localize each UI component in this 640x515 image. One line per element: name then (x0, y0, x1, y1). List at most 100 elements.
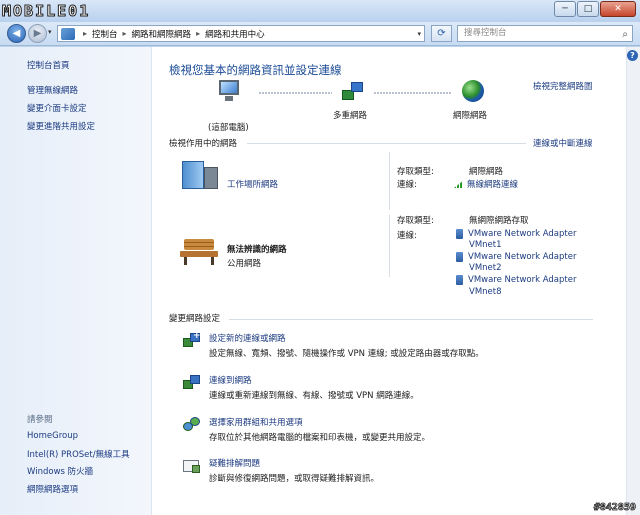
public-network-category[interactable]: 公用網路 (227, 257, 261, 269)
address-bar[interactable]: ▸ 控制台 ▸ 網路和網際網路 ▸ 網路和共用中心 ▾ (57, 25, 425, 42)
sidebar: 控制台首頁 管理無線網路 變更介面卡設定 變更進階共用設定 請參閱 HomeGr… (0, 47, 152, 515)
section-divider (229, 319, 593, 320)
forward-button[interactable]: ▶ (28, 24, 47, 43)
building-side (204, 167, 218, 189)
network-adapter-icon (456, 229, 463, 239)
vmnet8-adapter-name: VMware Network Adapter (468, 275, 577, 285)
sidebar-item-control-panel-home[interactable]: 控制台首頁 (27, 59, 70, 71)
close-button[interactable]: ✕ (600, 1, 636, 17)
breadcrumb-network-internet[interactable]: 網路和網際網路 (132, 28, 192, 40)
computer-icon[interactable] (217, 80, 241, 102)
building-front (182, 161, 204, 189)
sidebar-item-internet-options[interactable]: 網際網路選項 (27, 483, 78, 495)
network-adapter-icon (456, 275, 463, 285)
see-also-label: 請參閱 (27, 415, 53, 425)
search-icon[interactable]: ⌕ (622, 27, 628, 42)
setup-new-connection-link[interactable]: 設定新的連線或網路 (209, 332, 286, 344)
sidebar-item-homegroup[interactable]: HomeGroup (27, 431, 78, 441)
monitor-stand (225, 96, 233, 101)
homegroup-sharing-desc: 存取位於其他網路電腦的檔案和印表機，或變更共用設定。 (209, 433, 431, 443)
connection-label: 連線: (397, 231, 417, 241)
wireless-connection-label: 無線網路連線 (467, 180, 519, 190)
network-adapter-icon (456, 252, 463, 262)
main-panel: ? 檢視您基本的網路資訊並設定連線 檢視完整網路圖 (這部電腦) 多重網路 網際… (152, 47, 640, 515)
vmnet2-adapter-suffix[interactable]: VMnet2 (469, 263, 502, 273)
access-type-label: 存取類型: (397, 167, 434, 177)
site-logo: MOBILE01 (2, 2, 91, 21)
full-map-link[interactable]: 檢視完整網路圖 (533, 80, 593, 92)
connect-disconnect-link[interactable]: 連線或中斷連線 (533, 137, 593, 149)
sidebar-item-change-adapter[interactable]: 變更介面卡設定 (27, 102, 87, 114)
change-settings-title: 變更網路設定 (169, 314, 221, 324)
icon-part (190, 375, 200, 384)
public-network-icon[interactable] (180, 237, 218, 265)
breadcrumb: ▸ 控制台 ▸ 網路和網際網路 ▸ 網路和共用中心 (78, 28, 265, 40)
help-icon[interactable]: ? (627, 50, 638, 61)
access-type-value: 無網際網路存取 (469, 216, 529, 226)
section-divider (247, 143, 526, 144)
icon-part (190, 417, 200, 426)
breadcrumb-network-sharing-center[interactable]: 網路和共用中心 (205, 28, 265, 40)
title-bar: MOBILE01 ─ □ ✕ (0, 0, 640, 22)
troubleshoot-desc: 診斷與修復網路問題，或取得疑難排解資訊。 (209, 474, 380, 484)
address-dropdown-icon[interactable]: ▾ (417, 30, 421, 38)
vmnet1-link[interactable]: VMware Network Adapter (456, 229, 576, 239)
connection-line (374, 92, 452, 94)
breadcrumb-separator[interactable]: ▸ (123, 29, 127, 38)
maximize-button[interactable]: □ (577, 1, 599, 17)
bench-back (184, 239, 214, 250)
breadcrumb-separator[interactable]: ▸ (196, 29, 200, 38)
wireless-connection-link[interactable]: 無線網路連線 (454, 178, 518, 190)
vmnet1-adapter-name: VMware Network Adapter (468, 229, 577, 239)
connect-to-network-desc: 連線或重新連線到無線、有線、撥號或 VPN 網路連線。 (209, 391, 419, 401)
internet-globe-icon[interactable] (462, 80, 484, 102)
homegroup-sharing-icon[interactable] (183, 417, 201, 433)
navigation-bar: ◀ ▶ ▾ ▸ 控制台 ▸ 網路和網際網路 ▸ 網路和共用中心 ▾ ⟳ 搜尋控制… (0, 22, 640, 46)
watermark: #842859 (593, 502, 636, 514)
breadcrumb-separator[interactable]: ▸ (83, 29, 87, 38)
access-type-label: 存取類型: (397, 216, 434, 226)
signal-strength-icon (454, 180, 464, 188)
page-title: 檢視您基本的網路資訊並設定連線 (169, 63, 342, 77)
access-type-value: 網際網路 (469, 167, 504, 177)
homegroup-sharing-link[interactable]: 選擇家用群組和共用選項 (209, 416, 303, 428)
refresh-button[interactable]: ⟳ (431, 25, 452, 42)
this-computer-label: (這部電腦) (208, 123, 249, 133)
unidentified-network-name: 無法辨識的網路 (227, 245, 287, 255)
vmnet2-adapter-name: VMware Network Adapter (468, 252, 577, 262)
vertical-scrollbar[interactable]: ? (626, 47, 640, 515)
sidebar-item-intel-proset[interactable]: Intel(R) PROSet/無線工具 (27, 448, 130, 460)
internet-label: 網際網路 (453, 111, 488, 121)
multiple-networks-label: 多重網路 (333, 111, 368, 121)
monitor-screen (219, 80, 239, 95)
minimize-button[interactable]: ─ (554, 1, 576, 17)
vmnet2-link[interactable]: VMware Network Adapter (456, 252, 576, 262)
vmnet8-adapter-suffix[interactable]: VMnet8 (469, 287, 502, 297)
sidebar-item-windows-firewall[interactable]: Windows 防火牆 (27, 465, 93, 477)
control-panel-icon (61, 27, 75, 40)
connection-line (259, 92, 332, 94)
vmnet1-adapter-suffix[interactable]: VMnet1 (469, 240, 502, 250)
icon-part (190, 331, 201, 342)
sidebar-item-manage-wireless[interactable]: 管理無線網路 (27, 84, 78, 96)
breadcrumb-control-panel[interactable]: 控制台 (92, 28, 118, 40)
setup-new-connection-desc: 設定無線、寬頻、撥號、隨機操作或 VPN 連線; 或設定路由器或存取點。 (209, 349, 484, 359)
vertical-divider (389, 152, 390, 210)
connect-to-network-link[interactable]: 連線到網路 (209, 374, 252, 386)
connect-network-icon[interactable] (183, 375, 201, 391)
troubleshoot-icon[interactable] (183, 458, 201, 474)
troubleshoot-link[interactable]: 疑難排解問題 (209, 457, 260, 469)
vmnet8-link[interactable]: VMware Network Adapter (456, 275, 576, 285)
search-input[interactable]: 搜尋控制台 ⌕ (457, 25, 633, 42)
sidebar-item-advanced-sharing[interactable]: 變更進階共用設定 (27, 120, 95, 132)
new-connection-icon[interactable] (183, 331, 201, 349)
connection-label: 連線: (397, 180, 417, 190)
history-dropdown-icon[interactable]: ▾ (48, 28, 52, 36)
back-button[interactable]: ◀ (7, 24, 26, 43)
window-controls: ─ □ ✕ (553, 1, 636, 17)
search-placeholder: 搜尋控制台 (464, 28, 507, 38)
icon-part (192, 465, 200, 473)
work-network-link[interactable]: 工作場所網路 (227, 178, 278, 190)
work-network-icon[interactable] (182, 157, 218, 189)
multiple-networks-icon[interactable] (342, 80, 364, 102)
